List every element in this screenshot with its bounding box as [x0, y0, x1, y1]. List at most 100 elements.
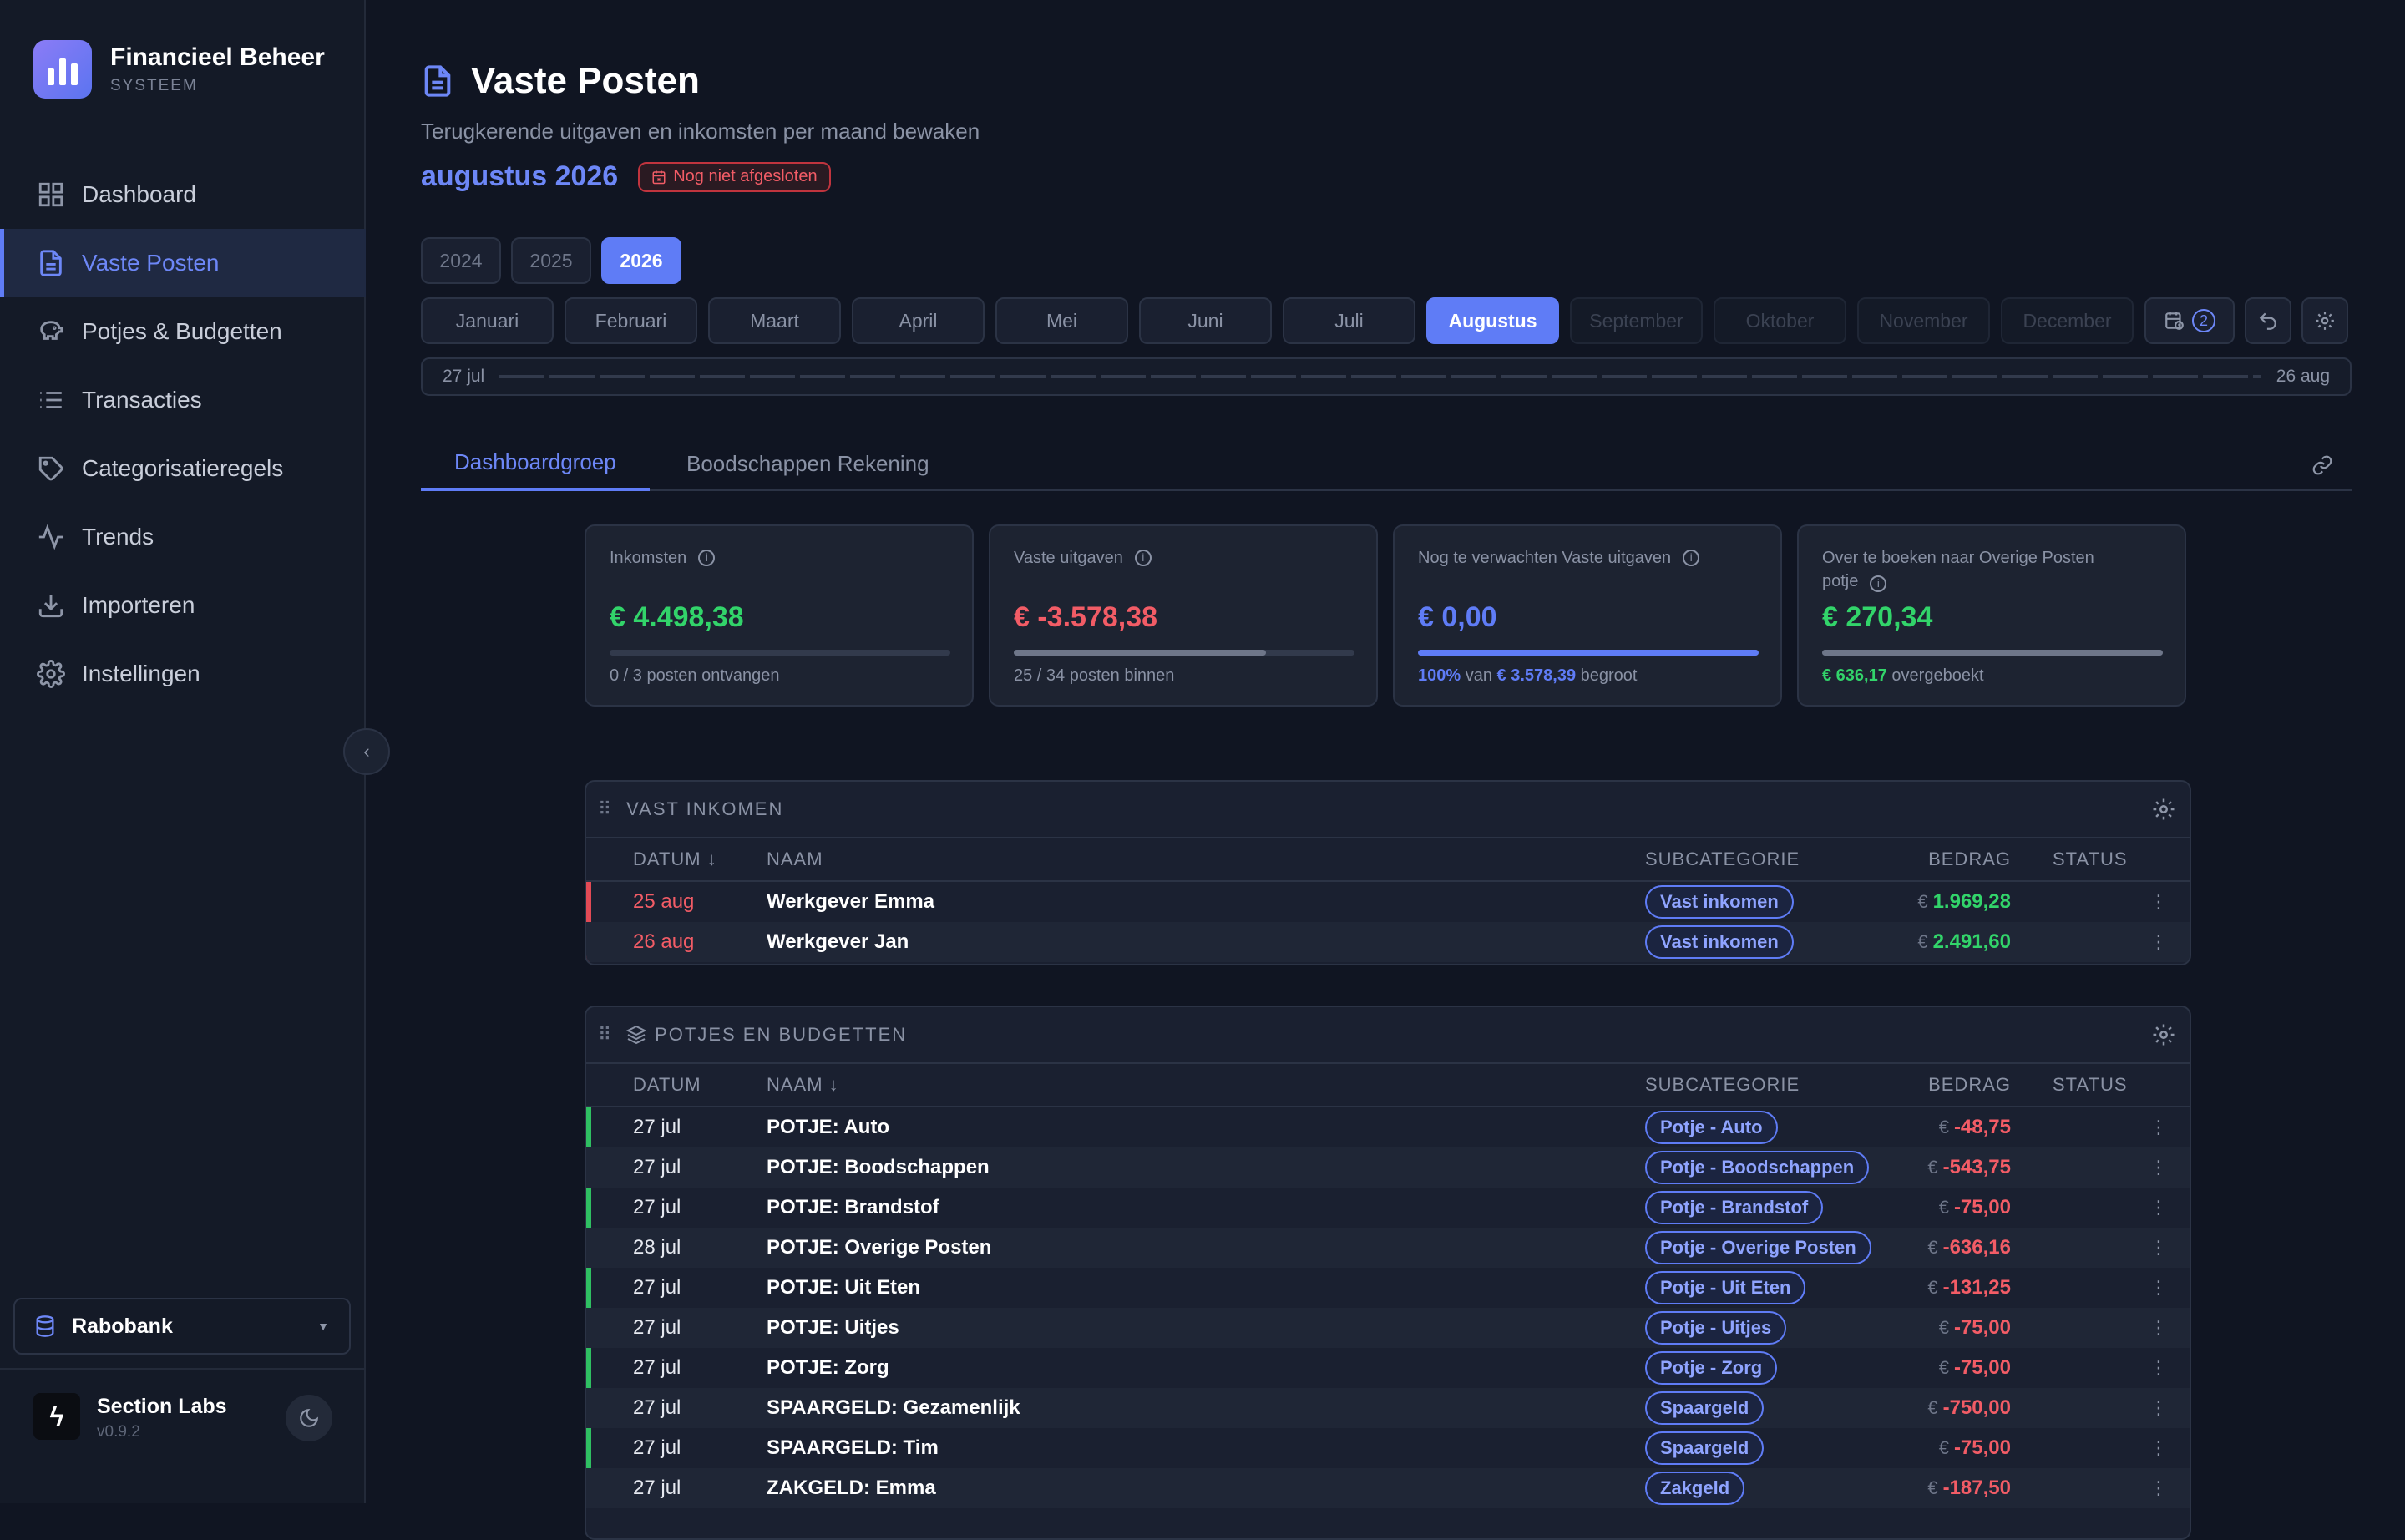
row-menu-icon[interactable]: ⋮: [2149, 1197, 2168, 1218]
column-header-date[interactable]: DATUM: [633, 1074, 701, 1096]
column-header-subcategory[interactable]: SUBCATEGORIE: [1645, 849, 1800, 870]
row-name: POTJE: Zorg: [767, 1356, 889, 1379]
pending-items-button[interactable]: 2: [2144, 297, 2235, 344]
month-button-augustus[interactable]: Augustus: [1426, 297, 1559, 344]
month-button-februari[interactable]: Februari: [565, 297, 697, 344]
row-menu-icon[interactable]: ⋮: [2149, 1397, 2168, 1419]
column-header-date[interactable]: DATUM ↓: [633, 849, 717, 870]
month-button-januari[interactable]: Januari: [421, 297, 554, 344]
row-subcategory[interactable]: Potje - Uitjes: [1645, 1311, 1787, 1345]
undo-button[interactable]: [2245, 297, 2291, 344]
year-button-2026[interactable]: 2026: [601, 237, 681, 284]
month-button-juni[interactable]: Juni: [1139, 297, 1272, 344]
column-header-status[interactable]: STATUS: [2053, 849, 2128, 870]
table-row[interactable]: 27 jul POTJE: Uitjes Potje - Uitjes € -75,00…: [586, 1308, 2190, 1348]
gear-icon[interactable]: [2151, 1022, 2176, 1047]
row-menu-icon[interactable]: ⋮: [2149, 1437, 2168, 1459]
nav-item-dashboard[interactable]: Dashboard: [0, 160, 366, 229]
subcategory-pill[interactable]: Vast inkomen: [1645, 925, 1794, 959]
subcategory-pill[interactable]: Potje - Zorg: [1645, 1351, 1778, 1385]
nav-item-instellingen[interactable]: Instellingen: [0, 640, 366, 708]
nav-item-trends[interactable]: Trends: [0, 503, 366, 571]
row-subcategory[interactable]: Potje - Auto: [1645, 1111, 1778, 1144]
row-menu-icon[interactable]: ⋮: [2149, 1157, 2168, 1178]
year-button-2024[interactable]: 2024: [421, 237, 501, 284]
tab-dashboardgroep[interactable]: Dashboardgroep: [421, 436, 650, 491]
nav-item-vaste-posten[interactable]: Vaste Posten: [0, 229, 366, 297]
row-subcategory[interactable]: Potje - Brandstof: [1645, 1191, 1824, 1224]
subcategory-pill[interactable]: Vast inkomen: [1645, 885, 1794, 919]
collapse-sidebar-button[interactable]: ‹: [343, 728, 390, 775]
subcategory-pill[interactable]: Potje - Uit Eten: [1645, 1271, 1806, 1304]
table-row[interactable]: 26 aug Werkgever Jan Vast inkomen €2.491,60…: [586, 922, 2190, 962]
row-subcategory[interactable]: Spaargeld: [1645, 1391, 1765, 1425]
theme-toggle-button[interactable]: [286, 1395, 332, 1441]
table-row[interactable]: 25 aug Werkgever Emma Vast inkomen €1.969,2…: [586, 882, 2190, 922]
table-row[interactable]: 27 jul POTJE: Uit Eten Potje - Uit Eten € -1…: [586, 1268, 2190, 1308]
row-subcategory[interactable]: Vast inkomen: [1645, 885, 1794, 919]
month-button-mei[interactable]: Mei: [995, 297, 1128, 344]
row-menu-icon[interactable]: ⋮: [2149, 1117, 2168, 1138]
subcategory-pill[interactable]: Potje - Uitjes: [1645, 1311, 1787, 1345]
app-logo[interactable]: Financieel Beheer SYSTEEM: [33, 40, 325, 99]
table-row[interactable]: 27 jul SPAARGELD: Gezamenlijk Spaargeld € -7…: [586, 1388, 2190, 1428]
row-menu-icon[interactable]: ⋮: [2149, 1277, 2168, 1299]
page-title: Vaste Posten: [471, 60, 700, 101]
table-row[interactable]: 28 jul POTJE: Overige Posten Potje - Overi…: [586, 1228, 2190, 1268]
info-icon[interactable]: i: [1134, 550, 1152, 566]
subcategory-pill[interactable]: Spaargeld: [1645, 1431, 1765, 1465]
subcategory-pill[interactable]: Potje - Overige Posten: [1645, 1231, 1871, 1264]
month-button-april[interactable]: April: [852, 297, 985, 344]
row-subcategory[interactable]: Potje - Overige Posten: [1645, 1231, 1871, 1264]
nav-label: Potjes & Budgetten: [82, 318, 282, 344]
month-button-maart[interactable]: Maart: [708, 297, 841, 344]
row-menu-icon[interactable]: ⋮: [2149, 1317, 2168, 1339]
main-content: Vaste Posten Terugkerende uitgaven en in…: [421, 0, 2352, 1540]
nav-item-importeren[interactable]: Importeren: [0, 571, 366, 640]
gear-icon[interactable]: [2151, 797, 2176, 822]
link-icon[interactable]: [2311, 454, 2333, 476]
column-header-subcategory[interactable]: SUBCATEGORIE: [1645, 1074, 1800, 1096]
month-button-juli[interactable]: Juli: [1283, 297, 1415, 344]
table-row[interactable]: 27 jul SPAARGELD: Tim Spaargeld € -75,00 ⋮: [586, 1428, 2190, 1468]
table-row[interactable]: 27 jul POTJE: Brandstof Potje - Brandstof €…: [586, 1188, 2190, 1228]
subcategory-pill[interactable]: Potje - Brandstof: [1645, 1191, 1824, 1224]
info-icon[interactable]: i: [1870, 575, 1887, 592]
table-row[interactable]: 27 jul POTJE: Auto Potje - Auto € -48,75 ⋮: [586, 1107, 2190, 1147]
settings-button[interactable]: [2301, 297, 2348, 344]
year-button-2025[interactable]: 2025: [511, 237, 591, 284]
info-icon[interactable]: i: [698, 550, 716, 566]
drag-handle-icon[interactable]: ⠿: [598, 798, 611, 820]
subcategory-pill[interactable]: Zakgeld: [1645, 1472, 1745, 1505]
nav-item-potjes[interactable]: Potjes & Budgetten: [0, 297, 366, 366]
table-row[interactable]: 27 jul ZAKGELD: Emma Zakgeld € -187,50 ⋮: [586, 1468, 2190, 1508]
row-menu-icon[interactable]: ⋮: [2149, 931, 2168, 953]
row-menu-icon[interactable]: ⋮: [2149, 1477, 2168, 1499]
nav-item-transacties[interactable]: Transacties: [0, 366, 366, 434]
column-header-amount[interactable]: BEDRAG: [1928, 1074, 2011, 1096]
row-subcategory[interactable]: Potje - Boodschappen: [1645, 1151, 1870, 1184]
row-subcategory[interactable]: Zakgeld: [1645, 1472, 1745, 1505]
row-subcategory[interactable]: Vast inkomen: [1645, 925, 1794, 959]
column-header-name[interactable]: NAAM ↓: [767, 1074, 839, 1096]
column-header-amount[interactable]: BEDRAG: [1928, 849, 2011, 870]
column-header-status[interactable]: STATUS: [2053, 1074, 2128, 1096]
row-date: 27 jul: [633, 1316, 681, 1339]
row-subcategory[interactable]: Potje - Uit Eten: [1645, 1271, 1806, 1304]
nav-item-categorisatieregels[interactable]: Categorisatieregels: [0, 434, 366, 503]
column-header-name[interactable]: NAAM: [767, 849, 823, 870]
info-icon[interactable]: i: [1683, 550, 1700, 566]
row-subcategory[interactable]: Spaargeld: [1645, 1431, 1765, 1465]
row-subcategory[interactable]: Potje - Zorg: [1645, 1351, 1778, 1385]
row-menu-icon[interactable]: ⋮: [2149, 891, 2168, 913]
row-menu-icon[interactable]: ⋮: [2149, 1237, 2168, 1259]
table-row[interactable]: 27 jul POTJE: Boodschappen Potje - Boodsch…: [586, 1147, 2190, 1188]
table-row[interactable]: 27 jul POTJE: Zorg Potje - Zorg € -75,00 ⋮: [586, 1348, 2190, 1388]
bank-select[interactable]: Rabobank ▼: [13, 1298, 351, 1355]
drag-handle-icon[interactable]: ⠿: [598, 1024, 611, 1046]
tab-boodschappen-rekening[interactable]: Boodschappen Rekening: [686, 436, 929, 491]
subcategory-pill[interactable]: Spaargeld: [1645, 1391, 1765, 1425]
subcategory-pill[interactable]: Potje - Auto: [1645, 1111, 1778, 1144]
row-menu-icon[interactable]: ⋮: [2149, 1357, 2168, 1379]
subcategory-pill[interactable]: Potje - Boodschappen: [1645, 1151, 1870, 1184]
